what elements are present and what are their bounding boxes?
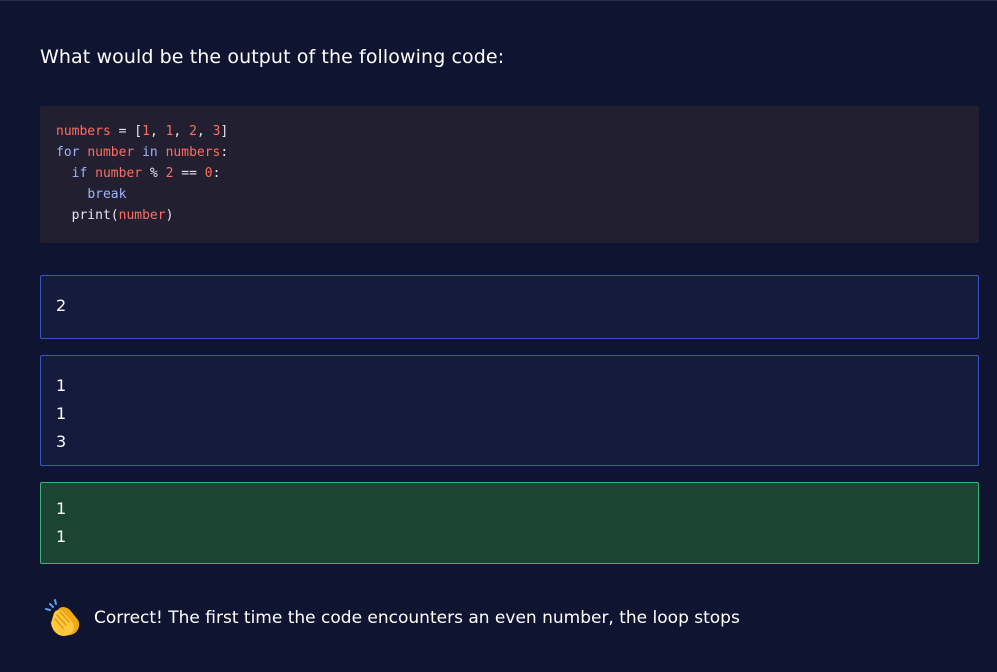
top-border [0,0,997,1]
code-token: : [220,145,229,160]
code-token: : [212,166,221,181]
code-token: , [173,124,190,139]
code-token: in [142,145,158,160]
code-token: [ [134,124,143,139]
code-block: numbers = [1, 1, 2, 3] for number in num… [40,106,979,243]
code-line-3: if number % 2 == 0: [56,163,963,184]
code-token: break [87,187,127,202]
code-token: 0 [204,166,213,181]
code-line-4: break [56,184,963,205]
question-text: What would be the output of the followin… [40,46,505,68]
code-token: if [71,166,88,181]
answer-option-2[interactable]: 1 1 3 [40,355,979,466]
code-token: for [56,145,80,160]
code-token: number [95,166,143,181]
code-token: == [181,166,197,181]
feedback-text: Correct! The first time the code encount… [94,608,740,628]
code-token: ] [220,124,229,139]
code-line-5: print(number) [56,205,963,226]
code-token: 2 [165,166,174,181]
code-token: , [149,124,166,139]
option-value: 3 [56,432,67,451]
code-token: % [149,166,158,181]
code-token: 2 [189,124,197,139]
code-token: ( [110,208,119,223]
code-token: = [110,124,135,139]
code-token: 1 [142,124,150,139]
option-value: 1 [56,499,67,518]
code-token: ) [165,208,174,223]
option-value: 1 [56,404,67,423]
code-token: numbers [56,124,111,139]
clapping-hands-icon [44,598,84,638]
answer-option-3-correct[interactable]: 1 1 [40,482,979,564]
option-value: 1 [56,376,67,395]
code-token: number [118,208,166,223]
code-token: numbers [165,145,221,160]
code-line-2: for number in numbers: [56,142,963,163]
option-value: 1 [56,527,67,546]
option-value: 2 [56,296,67,315]
code-token: number [87,145,135,160]
code-line-1: numbers = [1, 1, 2, 3] [56,121,963,142]
feedback-message: Correct! The first time the code encount… [44,598,740,638]
answer-option-1[interactable]: 2 [40,275,979,339]
code-token: print [71,208,111,223]
code-token: , [196,124,213,139]
